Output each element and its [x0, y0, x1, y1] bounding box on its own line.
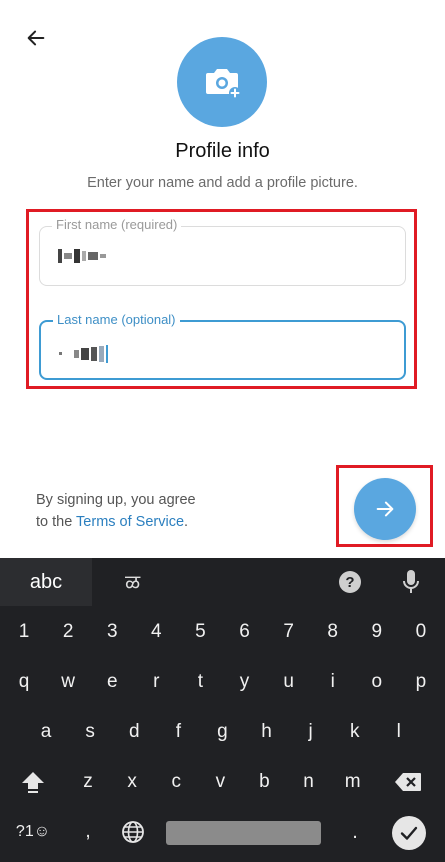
- key-m[interactable]: m: [331, 760, 375, 804]
- comma-key[interactable]: ,: [66, 810, 110, 854]
- key-7[interactable]: 7: [267, 610, 311, 654]
- shift-icon: [22, 772, 44, 793]
- key-o[interactable]: o: [355, 660, 399, 704]
- page-title: Profile info: [175, 140, 270, 162]
- page-subtitle: Enter your name and add a profile pictur…: [87, 175, 358, 191]
- key-u[interactable]: u: [267, 660, 311, 704]
- key-i[interactable]: i: [311, 660, 355, 704]
- key-3[interactable]: 3: [90, 610, 134, 654]
- add-profile-picture-button[interactable]: [177, 37, 267, 127]
- highlight-box-fields: [26, 209, 417, 389]
- symbols-key[interactable]: ?1☺: [0, 810, 66, 854]
- key-f[interactable]: f: [156, 710, 200, 754]
- period-key[interactable]: .: [340, 810, 370, 854]
- space-bar[interactable]: [166, 821, 321, 845]
- key-a[interactable]: a: [24, 710, 68, 754]
- terms-to-text: to the: [36, 514, 77, 530]
- next-button[interactable]: [354, 478, 416, 540]
- key-t[interactable]: t: [178, 660, 222, 704]
- enter-key[interactable]: [392, 816, 426, 850]
- shift-key[interactable]: [0, 760, 66, 804]
- keyboard-row-2: a s d f g h j k l: [0, 710, 445, 754]
- key-6[interactable]: 6: [222, 610, 266, 654]
- key-e[interactable]: e: [90, 660, 134, 704]
- keyboard-tab-abc[interactable]: abc: [0, 558, 92, 606]
- key-z[interactable]: z: [66, 760, 110, 804]
- key-l[interactable]: l: [377, 710, 421, 754]
- key-w[interactable]: w: [46, 660, 90, 704]
- key-4[interactable]: 4: [134, 610, 178, 654]
- checkmark-icon: [400, 826, 418, 840]
- back-button[interactable]: [20, 22, 52, 54]
- key-b[interactable]: b: [242, 760, 286, 804]
- key-r[interactable]: r: [134, 660, 178, 704]
- keyboard-toolbar: abc: [0, 558, 445, 606]
- key-v[interactable]: v: [198, 760, 242, 804]
- key-p[interactable]: p: [399, 660, 443, 704]
- terms-period: .: [184, 514, 189, 530]
- key-k[interactable]: k: [333, 710, 377, 754]
- terms-line-2: to the Terms of Service.: [36, 511, 196, 533]
- key-x[interactable]: x: [110, 760, 154, 804]
- keyboard-row-3: z x c v b n m: [0, 760, 445, 804]
- key-h[interactable]: h: [244, 710, 288, 754]
- backspace-icon: [394, 773, 421, 791]
- keyboard-row-numbers: 1 2 3 4 5 6 7 8 9 0: [0, 610, 445, 654]
- key-q[interactable]: q: [2, 660, 46, 704]
- key-s[interactable]: s: [68, 710, 112, 754]
- arrow-left-icon: [27, 30, 45, 46]
- language-key[interactable]: [110, 810, 156, 854]
- key-1[interactable]: 1: [2, 610, 46, 654]
- terms-text: By signing up, you agree to the Terms of…: [36, 489, 196, 533]
- key-c[interactable]: c: [154, 760, 198, 804]
- key-2[interactable]: 2: [46, 610, 90, 654]
- help-icon[interactable]: ?: [339, 571, 361, 593]
- globe-icon: [122, 821, 144, 843]
- keyboard-row-1: q w e r t y u i o p: [0, 660, 445, 704]
- key-g[interactable]: g: [200, 710, 244, 754]
- key-0[interactable]: 0: [399, 610, 443, 654]
- arrow-right-icon: [376, 501, 394, 517]
- soft-keyboard: abc ळ ? 1 2 3 4 5 6 7 8 9 0 q w e r t y …: [0, 558, 445, 862]
- terms-of-service-link[interactable]: Terms of Service: [76, 514, 184, 530]
- microphone-icon[interactable]: [402, 569, 420, 600]
- backspace-key[interactable]: [375, 760, 441, 804]
- key-d[interactable]: d: [112, 710, 156, 754]
- key-n[interactable]: n: [286, 760, 330, 804]
- key-8[interactable]: 8: [311, 610, 355, 654]
- key-y[interactable]: y: [222, 660, 266, 704]
- key-5[interactable]: 5: [178, 610, 222, 654]
- keyboard-tab-script[interactable]: ळ: [125, 568, 140, 595]
- terms-line-1: By signing up, you agree: [36, 492, 196, 508]
- key-j[interactable]: j: [289, 710, 333, 754]
- camera-add-icon: [206, 69, 241, 99]
- key-9[interactable]: 9: [355, 610, 399, 654]
